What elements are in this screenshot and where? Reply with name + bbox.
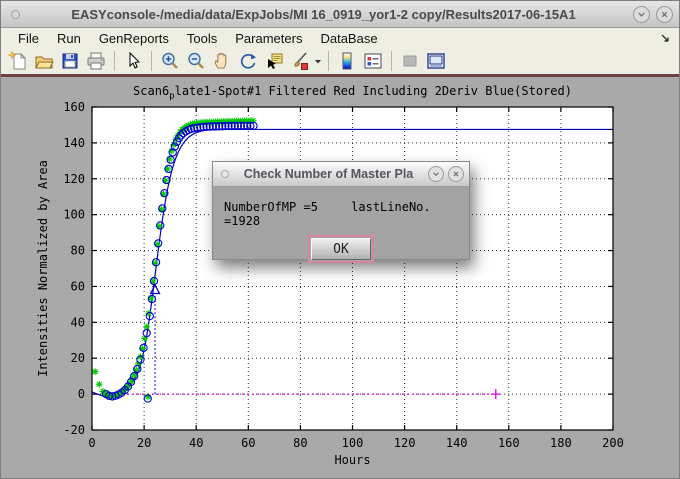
titlebar: EASYconsole-/media/data/ExpJobs/MI 16_09… — [1, 1, 679, 28]
close-button[interactable] — [656, 6, 673, 23]
menu-run[interactable]: Run — [48, 31, 90, 46]
window-menu-button[interactable] — [11, 10, 20, 19]
svg-text:120: 120 — [63, 172, 85, 186]
svg-text:160: 160 — [498, 436, 520, 450]
svg-text:40: 40 — [189, 436, 203, 450]
menubar: File Run GenReports Tools Parameters Dat… — [1, 28, 679, 48]
insert-colorbar-icon[interactable] — [335, 49, 359, 73]
svg-text:20: 20 — [137, 436, 151, 450]
chevron-down-icon — [637, 10, 646, 19]
menu-genreports[interactable]: GenReports — [90, 31, 178, 46]
show-plot-tools-icon[interactable] — [424, 49, 448, 73]
svg-text:140: 140 — [446, 436, 468, 450]
ok-button[interactable]: OK — [311, 238, 371, 260]
svg-text:0: 0 — [78, 387, 85, 401]
number-of-mp-value: NumberOfMP =5 — [224, 200, 318, 214]
svg-text:120: 120 — [394, 436, 416, 450]
dialog-title: Check Number of Master Pla — [229, 167, 424, 181]
zoom-out-icon[interactable] — [184, 49, 208, 73]
chart-plot[interactable]: 020406080100120140160180200-200204060801… — [1, 77, 680, 477]
svg-text:80: 80 — [293, 436, 307, 450]
toolbar-separator — [114, 51, 115, 71]
app-window: EASYconsole-/media/data/ExpJobs/MI 16_09… — [0, 0, 680, 479]
toolbar-separator — [151, 51, 152, 71]
close-icon — [660, 10, 669, 19]
menu-database[interactable]: DataBase — [311, 31, 386, 46]
svg-text:180: 180 — [550, 436, 572, 450]
pan-hand-icon[interactable] — [210, 49, 234, 73]
toolbar — [1, 48, 679, 77]
print-icon[interactable] — [84, 49, 108, 73]
ok-button-focus-ring: OK — [308, 235, 374, 263]
rotate-3d-icon[interactable] — [236, 49, 260, 73]
svg-text:100: 100 — [63, 208, 85, 222]
dialog-shade-button[interactable] — [428, 166, 444, 182]
data-cursor-icon[interactable] — [262, 49, 286, 73]
figure-area: Scan6plate1-Spot#1 Filtered Red Includin… — [1, 77, 680, 477]
brush-dropdown-icon[interactable] — [314, 49, 322, 73]
plot-tools-disabled-icon[interactable] — [398, 49, 422, 73]
svg-text:-20: -20 — [63, 423, 85, 437]
svg-text:60: 60 — [71, 279, 85, 293]
zoom-in-icon[interactable] — [158, 49, 182, 73]
undock-arrow-icon[interactable] — [660, 32, 671, 47]
menu-file[interactable]: File — [9, 31, 48, 46]
svg-text:60: 60 — [241, 436, 255, 450]
menu-tools[interactable]: Tools — [178, 31, 226, 46]
chevron-down-icon — [432, 170, 440, 178]
save-icon[interactable] — [58, 49, 82, 73]
open-folder-icon[interactable] — [32, 49, 56, 73]
dialog-check-number-of-master-plates: Check Number of Master Pla NumberOfMP =5… — [212, 161, 470, 260]
y-axis-label: Intensities Normalized by Area — [36, 160, 50, 377]
brush-data-icon[interactable] — [288, 49, 312, 73]
dialog-menu-button[interactable] — [221, 170, 229, 178]
svg-text:40: 40 — [71, 315, 85, 329]
dialog-message: NumberOfMP =5 lastLineNo. =1928 — [213, 200, 469, 228]
svg-text:80: 80 — [71, 244, 85, 258]
svg-text:0: 0 — [88, 436, 95, 450]
x-axis-label: Hours — [334, 453, 370, 467]
svg-text:160: 160 — [63, 100, 85, 114]
svg-text:20: 20 — [71, 351, 85, 365]
dialog-titlebar: Check Number of Master Pla — [213, 162, 469, 187]
insert-legend-icon[interactable] — [361, 49, 385, 73]
dialog-close-button[interactable] — [448, 166, 464, 182]
svg-text:100: 100 — [342, 436, 364, 450]
edit-plot-cursor-icon[interactable] — [121, 49, 145, 73]
window-title: EASYconsole-/media/data/ExpJobs/MI 16_09… — [20, 7, 627, 22]
new-figure-icon[interactable] — [6, 49, 30, 73]
toolbar-separator — [328, 51, 329, 71]
shade-button[interactable] — [633, 6, 650, 23]
menu-parameters[interactable]: Parameters — [226, 31, 311, 46]
close-icon — [452, 170, 460, 178]
svg-text:200: 200 — [602, 436, 624, 450]
svg-text:140: 140 — [63, 136, 85, 150]
dialog-body: NumberOfMP =5 lastLineNo. =1928 OK — [213, 187, 469, 263]
toolbar-separator — [391, 51, 392, 71]
